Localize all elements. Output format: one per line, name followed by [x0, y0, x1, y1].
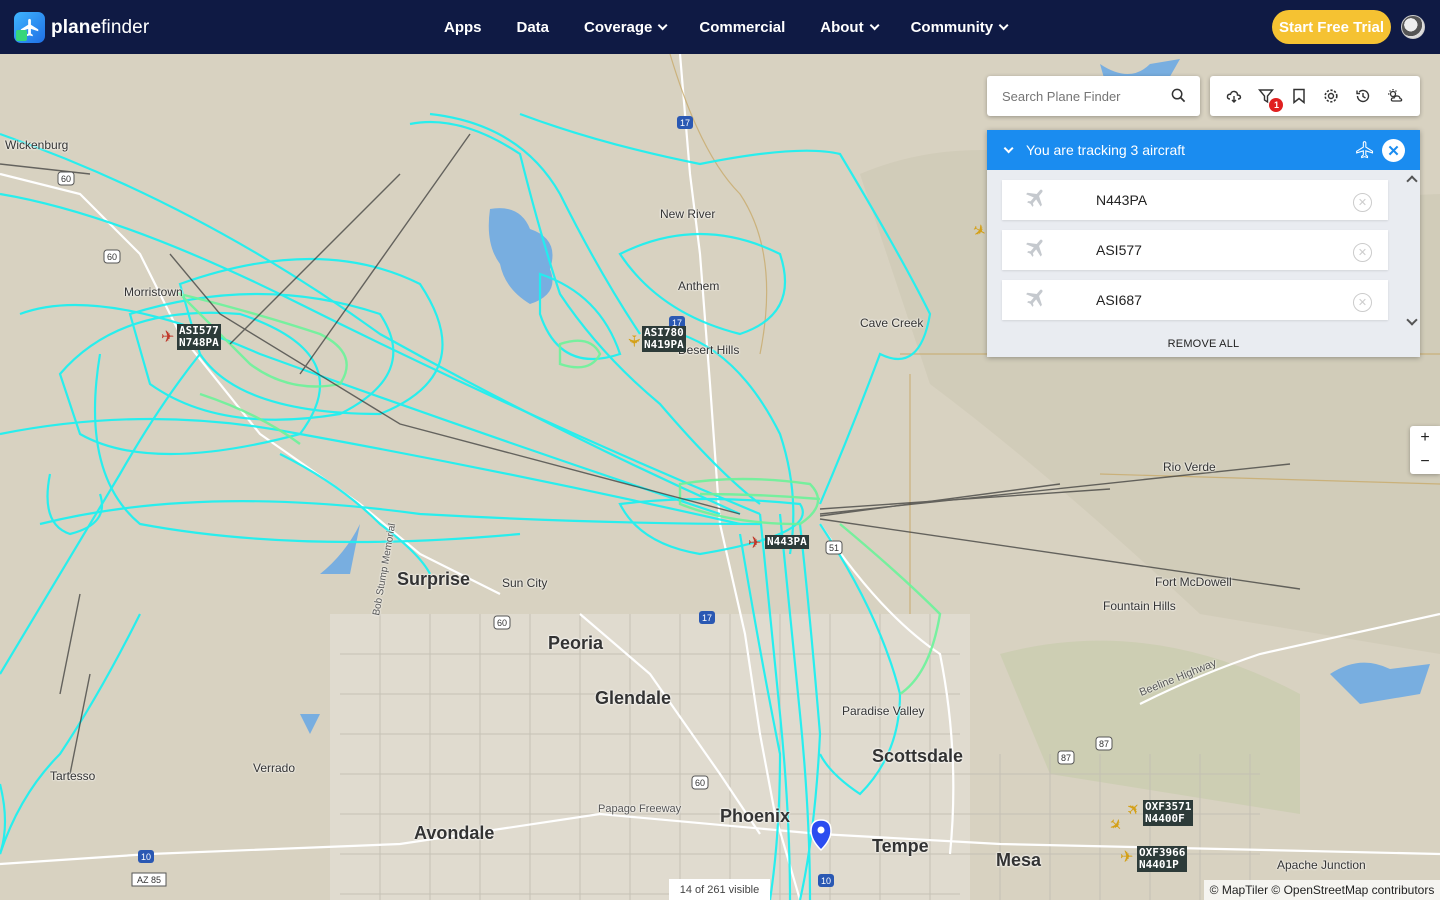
flight-tag-asi780[interactable]: ASI780 N419PA — [642, 326, 686, 352]
place-fountain-hills: Fountain Hills — [1103, 599, 1176, 613]
plane-outline-icon[interactable] — [1354, 140, 1376, 163]
brand-name: planefinder — [51, 16, 150, 38]
svg-text:87: 87 — [1099, 739, 1109, 749]
place-avondale: Avondale — [414, 823, 495, 843]
aircraft-icon — [1024, 286, 1048, 315]
svg-text:60: 60 — [107, 252, 117, 262]
nav-coverage[interactable]: Coverage — [584, 19, 668, 36]
svg-text:87: 87 — [1061, 753, 1071, 763]
flight-tag-oxf3966[interactable]: OXF3966 N4401P — [1137, 846, 1188, 872]
svg-text:10: 10 — [141, 852, 151, 862]
nav-about[interactable]: About — [820, 19, 880, 36]
place-phoenix: Phoenix — [720, 806, 791, 826]
nav-data[interactable]: Data — [517, 19, 550, 36]
top-navigation: planefinder Apps Data Coverage Commercia… — [0, 0, 1440, 54]
logo-icon — [14, 12, 45, 43]
place-verrado: Verrado — [253, 761, 296, 775]
settings-icon[interactable] — [1321, 86, 1341, 106]
search-bar — [987, 76, 1200, 116]
tracked-aircraft-item[interactable]: ASI687 ✕ — [1002, 280, 1388, 320]
place-tempe: Tempe — [872, 836, 929, 856]
zoom-control: + − — [1410, 426, 1440, 474]
search-icon[interactable] — [1171, 88, 1186, 108]
aircraft-icon — [1024, 236, 1048, 265]
place-fort-mcdowell: Fort McDowell — [1155, 575, 1232, 589]
place-cave-creek: Cave Creek — [860, 316, 924, 330]
planefinder-logo[interactable]: planefinder — [14, 12, 149, 43]
tracked-aircraft-list: N443PA ✕ ASI577 ✕ ASI687 ✕ — [987, 170, 1420, 330]
svg-text:17: 17 — [680, 118, 690, 128]
avatar[interactable] — [1401, 15, 1425, 39]
place-anthem: Anthem — [678, 279, 720, 293]
map-attribution[interactable]: © MapTiler © OpenStreetMap contributors — [1204, 880, 1440, 900]
close-button[interactable]: ✕ — [1382, 139, 1405, 162]
chevron-down-icon — [869, 19, 880, 30]
nav-apps[interactable]: Apps — [444, 19, 482, 36]
tracked-aircraft-item[interactable]: ASI577 ✕ — [1002, 230, 1388, 270]
start-free-trial-button[interactable]: Start Free Trial — [1272, 10, 1391, 44]
zoom-out-button[interactable]: − — [1410, 450, 1440, 474]
bookmark-icon[interactable] — [1289, 86, 1309, 106]
remove-all-button[interactable]: REMOVE ALL — [987, 330, 1420, 357]
chevron-down-icon[interactable] — [1003, 142, 1014, 153]
place-paradise-valley: Paradise Valley — [842, 704, 925, 718]
aircraft-icon — [1024, 186, 1048, 215]
chevron-down-icon — [998, 19, 1009, 30]
tracking-panel: You are tracking 3 aircraft ✕ N443PA ✕ A… — [987, 130, 1420, 357]
place-desert-hills: Desert Hills — [678, 343, 740, 357]
cloud-icon[interactable] — [1224, 86, 1244, 106]
place-rio-verde: Rio Verde — [1163, 460, 1216, 474]
place-apache-junction: Apache Junction — [1277, 858, 1366, 872]
place-scottsdale: Scottsdale — [872, 746, 964, 766]
place-peoria: Peoria — [548, 633, 604, 653]
main-nav: Apps Data Coverage Commercial About Comm… — [444, 0, 1040, 54]
aircraft-label: ASI687 — [1096, 292, 1142, 308]
svg-text:60: 60 — [695, 778, 705, 788]
chevron-down-icon — [658, 19, 668, 30]
history-icon[interactable] — [1353, 86, 1373, 106]
tracked-aircraft-item[interactable]: N443PA ✕ — [1002, 180, 1388, 220]
map-toolbar: 1 — [1210, 76, 1420, 116]
flight-tag-n443pa[interactable]: N443PA — [765, 535, 809, 549]
place-glendale: Glendale — [595, 688, 672, 708]
svg-text:AZ 85: AZ 85 — [137, 875, 161, 885]
weather-icon[interactable] — [1386, 86, 1406, 106]
aircraft-label: N443PA — [1096, 192, 1148, 208]
svg-text:17: 17 — [702, 613, 712, 623]
aircraft-icon[interactable]: ✈ — [1120, 850, 1133, 866]
nav-community[interactable]: Community — [911, 19, 1009, 36]
svg-text:60: 60 — [61, 174, 71, 184]
flight-tag-asi577[interactable]: ASI577 N748PA — [177, 324, 221, 350]
filter-badge: 1 — [1269, 98, 1284, 112]
svg-text:60: 60 — [497, 618, 507, 628]
road-papago-freeway: Papago Freeway — [598, 803, 682, 815]
aircraft-icon[interactable]: ✈ — [625, 334, 642, 347]
place-wickenburg: Wickenburg — [5, 138, 69, 152]
filter-icon[interactable]: 1 — [1256, 86, 1284, 112]
aircraft-icon[interactable]: ✈ — [748, 536, 761, 552]
aircraft-label: ASI577 — [1096, 242, 1142, 258]
tracking-header[interactable]: You are tracking 3 aircraft ✕ — [987, 130, 1420, 170]
svg-text:10: 10 — [821, 876, 831, 886]
remove-icon[interactable]: ✕ — [1353, 293, 1372, 312]
place-new-river: New River — [660, 207, 716, 221]
place-tartesso: Tartesso — [50, 769, 96, 783]
tracking-title: You are tracking 3 aircraft — [1026, 142, 1186, 158]
flight-tag-oxf3571[interactable]: OXF3571 N4400F — [1143, 800, 1194, 826]
remove-icon[interactable]: ✕ — [1353, 243, 1372, 262]
nav-commercial[interactable]: Commercial — [699, 19, 785, 36]
place-surprise: Surprise — [397, 569, 471, 589]
svg-text:51: 51 — [829, 543, 839, 553]
remove-icon[interactable]: ✕ — [1353, 193, 1372, 212]
zoom-in-button[interactable]: + — [1410, 426, 1440, 450]
place-morristown: Morristown — [124, 285, 183, 299]
place-sun-city: Sun City — [502, 576, 548, 590]
visible-count: 14 of 261 visible — [669, 879, 770, 900]
aircraft-icon[interactable]: ✈ — [161, 330, 174, 346]
place-mesa: Mesa — [996, 850, 1042, 870]
search-input[interactable] — [1002, 88, 1162, 104]
